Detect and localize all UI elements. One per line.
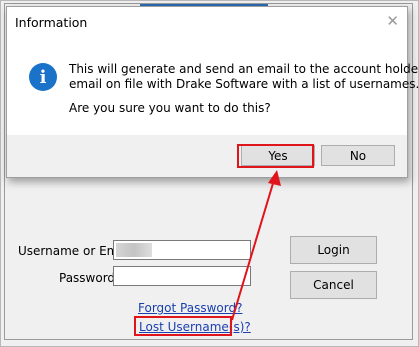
highlight-lost-username (134, 316, 232, 336)
dialog-question: Are you sure you want to do this? (69, 101, 271, 115)
password-label: Password (59, 271, 116, 285)
highlight-yes-button (237, 144, 314, 168)
info-icon: i (29, 63, 57, 91)
password-field[interactable] (113, 266, 251, 286)
close-icon[interactable]: ✕ (386, 12, 399, 30)
dialog-message-line2: email on file with Drake Software with a… (69, 77, 419, 91)
dialog-message-line1: This will generate and send an email to … (69, 62, 419, 76)
dialog-title: Information (15, 15, 88, 30)
information-dialog: Information ✕ i This will generate and s… (6, 6, 419, 178)
no-button[interactable]: No (321, 145, 395, 166)
redacted-username (116, 243, 152, 257)
cancel-button[interactable]: Cancel (290, 271, 377, 299)
dialog-button-bar: Yes No (7, 135, 407, 177)
username-field[interactable] (113, 240, 251, 260)
login-button[interactable]: Login (290, 236, 377, 264)
forgot-password-link[interactable]: Forgot Password? (138, 301, 242, 315)
